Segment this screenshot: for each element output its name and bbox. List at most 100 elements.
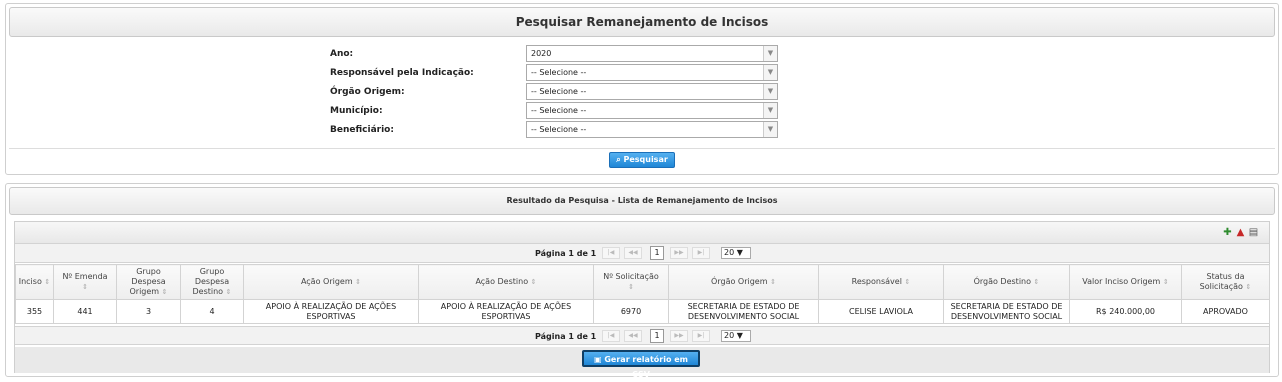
col-inciso-label: Inciso bbox=[18, 277, 42, 286]
field-row-ano: Ano: 2020 ▼ bbox=[6, 45, 1278, 63]
prev-page-button[interactable]: ◀◀ bbox=[624, 330, 642, 342]
col-orgao-destino-label: Órgão Destino bbox=[973, 277, 1031, 286]
field-row-orgao-origem: Órgão Origem: -- Selecione -- ▼ bbox=[6, 83, 1278, 101]
cell-responsavel: CELISE LAVIOLA bbox=[818, 299, 944, 324]
sort-icon: ⇕ bbox=[161, 288, 168, 296]
cell-acao-destino: APOIO À REALIZAÇÃO DE AÇÕES ESPORTIVAS bbox=[418, 299, 594, 324]
cell-grupo-origem: 3 bbox=[116, 299, 181, 324]
prev-page-button[interactable]: ◀◀ bbox=[624, 247, 642, 259]
chevron-down-icon: ▼ bbox=[763, 84, 777, 99]
col-inciso[interactable]: Inciso ⇕ bbox=[15, 264, 54, 300]
first-page-button[interactable]: |◀ bbox=[602, 330, 620, 342]
csv-icon: ▣ bbox=[594, 355, 602, 364]
cell-emenda: 441 bbox=[53, 299, 117, 324]
last-page-button[interactable]: ▶| bbox=[692, 330, 710, 342]
field-label-beneficiario: Beneficiário: bbox=[330, 125, 394, 135]
sort-icon: ⇕ bbox=[1033, 278, 1040, 286]
sort-icon: ⇕ bbox=[770, 278, 776, 286]
search-button[interactable]: ⌕ Pesquisar bbox=[609, 152, 675, 168]
field-label-orgao-origem: Órgão Origem: bbox=[330, 87, 405, 97]
cell-inciso: 355 bbox=[15, 299, 54, 324]
municipio-select[interactable]: -- Selecione -- ▼ bbox=[526, 102, 778, 119]
sort-icon: ⇕ bbox=[628, 283, 634, 291]
next-page-button[interactable]: ▶▶ bbox=[670, 330, 688, 342]
chevron-down-icon: ▼ bbox=[736, 248, 743, 257]
page-number[interactable]: 1 bbox=[650, 246, 664, 260]
sort-icon: ⇕ bbox=[904, 278, 911, 286]
pdf-icon[interactable]: ▲ bbox=[1235, 227, 1246, 238]
table-row[interactable]: 355 441 3 4 APOIO À REALIZAÇÃO DE AÇÕES … bbox=[15, 299, 1270, 324]
col-grupo-origem[interactable]: Grupo Despesa Origem ⇕ bbox=[116, 264, 181, 300]
col-responsavel[interactable]: Responsável ⇕ bbox=[818, 264, 944, 300]
results-panel-title: Resultado da Pesquisa - Lista de Remanej… bbox=[9, 187, 1275, 215]
cell-orgao-origem: SECRETARIA DE ESTADO DE DESENVOLVIMENTO … bbox=[668, 299, 819, 324]
results-table: Inciso ⇕ Nº Emenda ⇕ Grupo Despesa Origem… bbox=[15, 264, 1270, 324]
first-page-button[interactable]: |◀ bbox=[602, 247, 620, 259]
col-acao-destino-label: Ação Destino bbox=[475, 277, 529, 286]
field-row-responsavel: Responsável pela Indicação: -- Selecione… bbox=[6, 64, 1278, 82]
sort-icon: ⇕ bbox=[82, 283, 88, 291]
print-icon[interactable]: ▤ bbox=[1248, 227, 1259, 238]
pager-info: Página 1 de 1 bbox=[535, 332, 597, 341]
col-grupo-destino[interactable]: Grupo Despesa Destino ⇕ bbox=[180, 264, 244, 300]
beneficiario-select[interactable]: -- Selecione -- ▼ bbox=[526, 121, 778, 138]
cell-valor: R$ 240.000,00 bbox=[1069, 299, 1182, 324]
col-orgao-destino[interactable]: Órgão Destino ⇕ bbox=[943, 264, 1070, 300]
search-button-label: Pesquisar bbox=[623, 155, 668, 164]
rows-per-page-value: 20 bbox=[724, 331, 735, 340]
results-panel: Resultado da Pesquisa - Lista de Remanej… bbox=[5, 183, 1279, 379]
col-acao-destino[interactable]: Ação Destino ⇕ bbox=[418, 264, 594, 300]
sort-icon: ⇕ bbox=[355, 278, 362, 286]
col-valor[interactable]: Valor Inciso Origem ⇕ bbox=[1069, 264, 1182, 300]
rows-per-page-select[interactable]: 20 ▼ bbox=[721, 330, 751, 342]
sort-icon: ⇕ bbox=[530, 278, 537, 286]
sort-icon: ⇕ bbox=[44, 278, 51, 286]
last-page-button[interactable]: ▶| bbox=[692, 247, 710, 259]
col-solicitacao-label: Nº Solicitação bbox=[603, 272, 659, 281]
generate-csv-button-label: Gerar relatório em CSV bbox=[604, 355, 688, 379]
field-row-beneficiario: Beneficiário: -- Selecione -- ▼ bbox=[6, 121, 1278, 139]
sort-icon: ⇕ bbox=[1162, 278, 1169, 286]
col-grupo-origem-label: Grupo Despesa Origem bbox=[129, 267, 166, 296]
beneficiario-select-value: -- Selecione -- bbox=[531, 125, 587, 134]
orgao-origem-select[interactable]: -- Selecione -- ▼ bbox=[526, 83, 778, 100]
municipio-select-value: -- Selecione -- bbox=[531, 106, 587, 115]
generate-csv-button[interactable]: ▣ Gerar relatório em CSV bbox=[582, 350, 700, 379]
col-valor-label: Valor Inciso Origem bbox=[1082, 277, 1161, 286]
table-header-row: Inciso ⇕ Nº Emenda ⇕ Grupo Despesa Origem… bbox=[15, 264, 1270, 300]
sort-icon: ⇕ bbox=[1245, 283, 1252, 291]
col-solicitacao[interactable]: Nº Solicitação ⇕ bbox=[593, 264, 669, 300]
pager-info: Página 1 de 1 bbox=[535, 249, 597, 258]
ano-select-value: 2020 bbox=[531, 49, 552, 58]
chevron-down-icon: ▼ bbox=[736, 331, 743, 340]
field-row-municipio: Município: -- Selecione -- ▼ bbox=[6, 102, 1278, 120]
col-status[interactable]: Status da Solicitação ⇕ bbox=[1181, 264, 1270, 300]
responsavel-select[interactable]: -- Selecione -- ▼ bbox=[526, 64, 778, 81]
pager-top: Página 1 de 1 |◀ ◀◀ 1 ▶▶ ▶| 20 ▼ bbox=[15, 244, 1269, 263]
cell-solicitacao: 6970 bbox=[593, 299, 669, 324]
col-status-label: Status da Solicitação bbox=[1199, 272, 1245, 291]
ano-select[interactable]: 2020 ▼ bbox=[526, 45, 778, 62]
search-panel-title: Pesquisar Remanejamento de Incisos bbox=[9, 7, 1275, 37]
excel-icon[interactable]: ✚ bbox=[1222, 227, 1233, 238]
next-page-button[interactable]: ▶▶ bbox=[670, 247, 688, 259]
chevron-down-icon: ▼ bbox=[763, 65, 777, 80]
grid-toolbar: ✚ ▲ ▤ bbox=[15, 222, 1269, 244]
col-emenda-label: Nº Emenda bbox=[62, 272, 108, 281]
rows-per-page-value: 20 bbox=[724, 248, 735, 257]
grid-footer: ▣ Gerar relatório em CSV bbox=[15, 347, 1269, 379]
col-acao-origem-label: Ação Origem bbox=[300, 277, 353, 286]
chevron-down-icon: ▼ bbox=[763, 122, 777, 137]
cell-acao-origem: APOIO À REALIZAÇÃO DE AÇÕES ESPORTIVAS bbox=[243, 299, 419, 324]
col-responsavel-label: Responsável bbox=[851, 277, 902, 286]
orgao-origem-select-value: -- Selecione -- bbox=[531, 87, 587, 96]
col-orgao-origem[interactable]: Órgão Origem ⇕ bbox=[668, 264, 819, 300]
rows-per-page-select[interactable]: 20 ▼ bbox=[721, 247, 751, 259]
col-acao-origem[interactable]: Ação Origem ⇕ bbox=[243, 264, 419, 300]
col-emenda[interactable]: Nº Emenda ⇕ bbox=[53, 264, 117, 300]
search-icon: ⌕ bbox=[616, 155, 621, 164]
field-label-ano: Ano: bbox=[330, 49, 354, 59]
chevron-down-icon: ▼ bbox=[763, 103, 777, 118]
cell-orgao-destino: SECRETARIA DE ESTADO DE DESENVOLVIMENTO … bbox=[943, 299, 1070, 324]
page-number[interactable]: 1 bbox=[650, 329, 664, 343]
